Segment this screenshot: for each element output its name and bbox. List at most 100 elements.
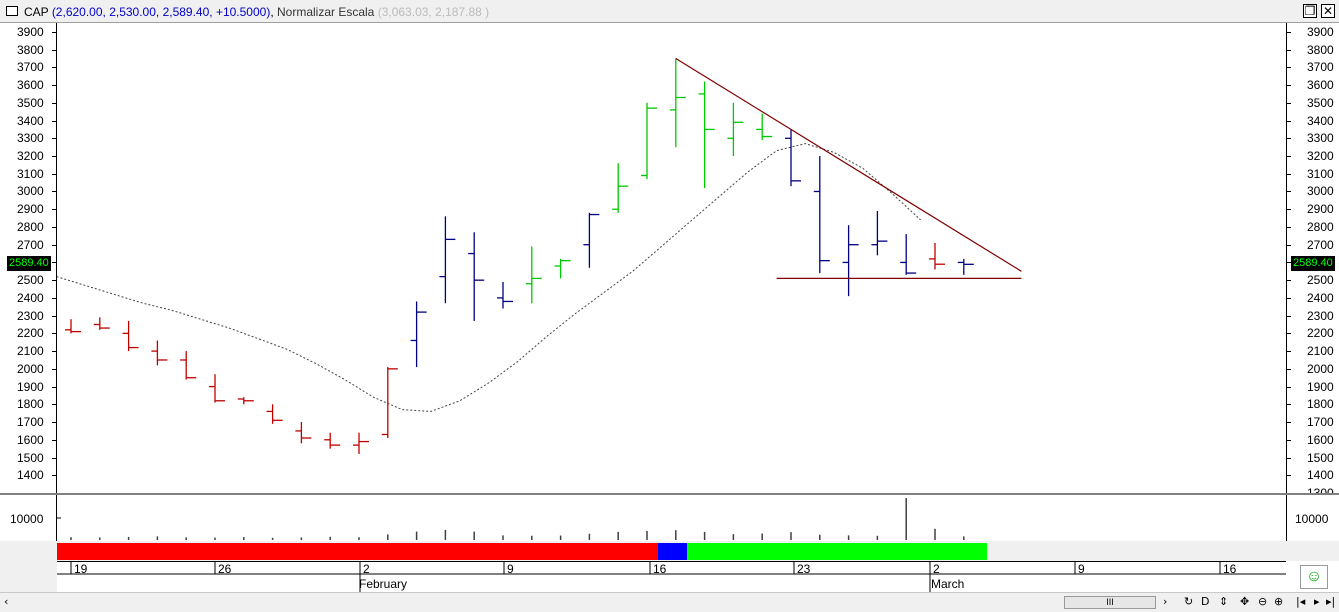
price-axis-tick (52, 297, 56, 299)
month-label-march: March (931, 577, 965, 591)
price-axis-tick (52, 156, 56, 158)
price-axis-tick (1287, 85, 1291, 87)
move-icon[interactable]: ✥ (1240, 595, 1249, 608)
price-axis-tick (52, 368, 56, 370)
price-axis-tick (52, 404, 56, 406)
price-axis-label: 3100 (17, 166, 44, 181)
price-axis-tick (1287, 138, 1291, 140)
price-axis-tick (52, 457, 56, 459)
price-axis-label: 1600 (17, 432, 44, 447)
price-axis-label: 2000 (17, 361, 44, 376)
date-axis-right: ☺ (1286, 561, 1339, 592)
price-axis-tick (52, 439, 56, 441)
date-label: 16 (1223, 562, 1237, 576)
month-label-february: February (359, 577, 408, 591)
price-axis-tick (52, 351, 56, 353)
price-axis-label: 2000 (1307, 361, 1334, 376)
price-axis-tick (52, 244, 56, 246)
price-axis-tick (1287, 404, 1291, 406)
price-axis-tick (1287, 49, 1291, 51)
price-axis-tick (1287, 351, 1291, 353)
price-axis-label: 1900 (1307, 379, 1334, 394)
price-axis-tick (52, 85, 56, 87)
price-axis-label: 3900 (1307, 24, 1334, 39)
price-axis-label: 3700 (1307, 60, 1334, 75)
play-icon[interactable]: ▸ (1314, 595, 1320, 608)
price-axis-tick (1287, 280, 1291, 282)
chart-window-icon (6, 6, 18, 16)
price-axis-tick (52, 226, 56, 228)
price-axis-label: 2400 (1307, 290, 1334, 305)
price-axis-left: 3900 3800 3700 3600 3500 3400 3300 3200 3100 3000… (0, 23, 57, 493)
price-axis-label: 1500 (17, 450, 44, 465)
price-axis-label: 3600 (1307, 78, 1334, 93)
date-axis-left-blank (0, 561, 57, 592)
date-label: 23 (797, 562, 811, 576)
symbol-label: CAP (24, 5, 49, 19)
price-axis-tick (1287, 315, 1291, 317)
close-button[interactable]: ✕ (1321, 4, 1335, 18)
date-label: 9 (1078, 562, 1085, 576)
price-axis-tick (52, 67, 56, 69)
price-axis-label: 1600 (1307, 432, 1334, 447)
price-axis-tick (1287, 156, 1291, 158)
refresh-icon[interactable]: ↻ (1184, 595, 1193, 608)
price-axis-label: 2300 (1307, 308, 1334, 323)
volume-axis-left: 10000 (0, 495, 57, 541)
price-axis-tick (1287, 457, 1291, 459)
volume-axis-label-right: 10000 (1295, 512, 1329, 526)
price-axis-tick (1287, 226, 1291, 228)
price-axis-tick (52, 262, 56, 264)
chart-title: CAP (2,620.00, 2,530.00, 2,589.40, +10.5… (24, 5, 490, 19)
smiley-icon[interactable]: ☺ (1300, 565, 1328, 589)
last-price-tag: 2589.40 (7, 256, 51, 272)
volume-chart[interactable] (57, 495, 1286, 541)
price-axis-label: 2400 (17, 290, 44, 305)
price-axis-label: 3100 (1307, 166, 1334, 181)
restore-button[interactable]: ❐ (1303, 4, 1317, 18)
date-label: 26 (218, 562, 232, 576)
price-axis-label: 2300 (17, 308, 44, 323)
price-chart-svg (56, 57, 1022, 454)
price-axis-label: 3700 (17, 60, 44, 75)
date-label: 19 (74, 562, 88, 576)
price-axis-tick (52, 102, 56, 104)
price-axis-label: 2700 (1307, 237, 1334, 252)
price-axis-label: 2200 (17, 326, 44, 341)
date-axis-ticks (57, 562, 1286, 592)
price-axis-tick (1287, 439, 1291, 441)
horizontal-scrollbar[interactable]: ‹ III › ↻ D ⇕ ✥ ⊖ ⊕ |◂ ▸ ▸| (0, 592, 1339, 612)
price-axis-tick (1287, 120, 1291, 122)
price-chart[interactable] (56, 23, 1286, 493)
price-axis-label: 2900 (17, 202, 44, 217)
scroll-left-arrow-icon[interactable]: ‹ (4, 595, 8, 608)
price-axis-tick (52, 120, 56, 122)
zoom-in-icon[interactable]: ⊕ (1274, 595, 1283, 608)
window-titlebar: CAP (2,620.00, 2,530.00, 2,589.40, +10.5… (0, 0, 1339, 23)
price-axis-tick (1287, 422, 1291, 424)
price-axis-label: 1900 (17, 379, 44, 394)
price-axis-label: 1800 (17, 397, 44, 412)
price-axis-label: 3500 (17, 95, 44, 110)
price-axis-label: 2700 (17, 237, 44, 252)
price-axis-tick (52, 173, 56, 175)
scroll-thumb[interactable]: III (1064, 596, 1156, 609)
volume-chart-svg (57, 498, 965, 540)
price-axis-label: 1400 (17, 468, 44, 483)
d-icon[interactable]: D (1201, 595, 1209, 608)
scroll-right-arrow-icon[interactable]: › (1163, 595, 1167, 608)
price-axis-label: 3600 (17, 78, 44, 93)
price-axis-label: 2500 (1307, 273, 1334, 288)
zoom-out-icon[interactable]: ⊖ (1258, 595, 1267, 608)
price-axis-label: 2100 (17, 344, 44, 359)
trend-bar-red (57, 543, 658, 560)
price-axis-label: 2200 (1307, 326, 1334, 341)
price-axis-label: 3200 (1307, 149, 1334, 164)
price-axis-tick (1287, 297, 1291, 299)
price-axis-right: 3900 3800 3700 3600 3500 3400 3300 3200 3100 3000… (1286, 23, 1339, 500)
first-icon[interactable]: |◂ (1296, 595, 1305, 608)
price-axis-label: 3500 (1307, 95, 1334, 110)
price-axis-label: 2900 (1307, 202, 1334, 217)
last-icon[interactable]: ▸| (1326, 595, 1335, 608)
cross-arrows-icon[interactable]: ⇕ (1219, 595, 1228, 608)
